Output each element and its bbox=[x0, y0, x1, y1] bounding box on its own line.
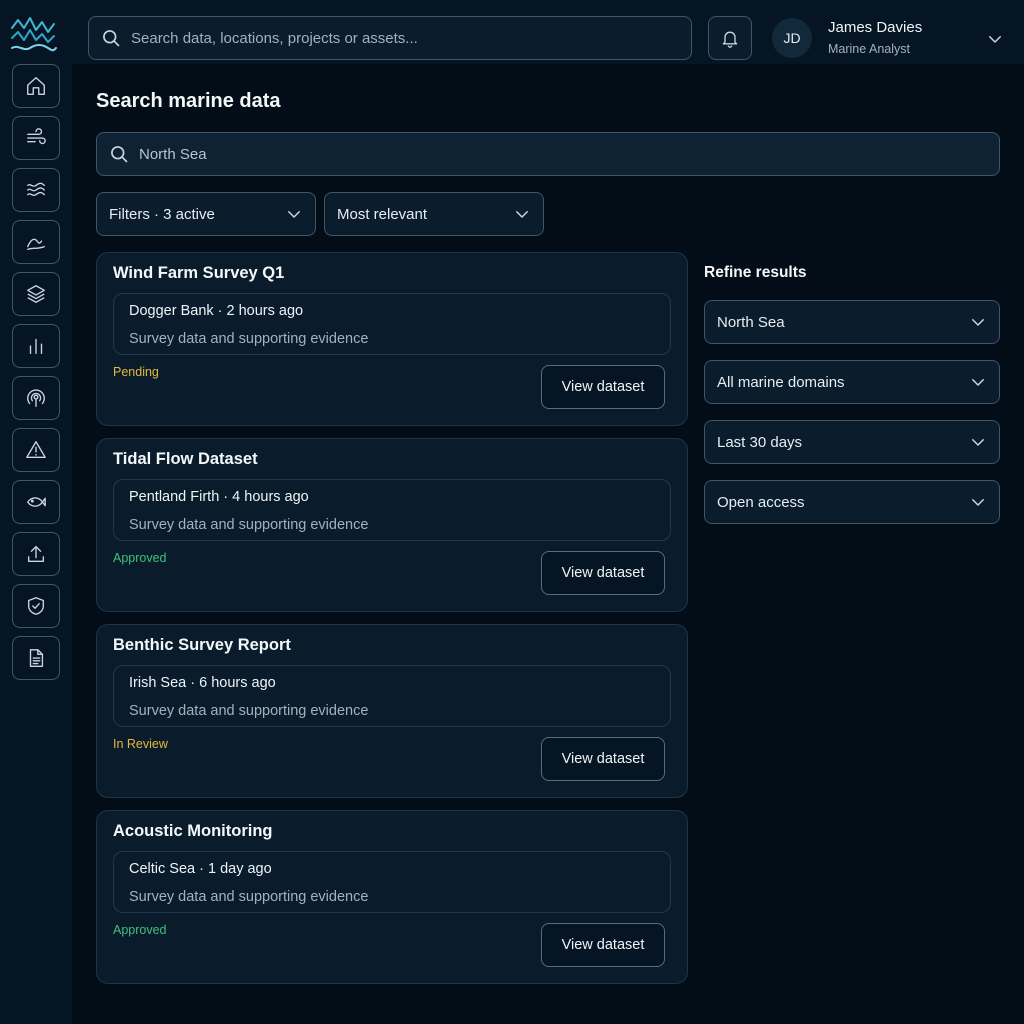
nav-tide[interactable] bbox=[12, 220, 60, 264]
search-icon bbox=[103, 30, 120, 47]
nav-analytics[interactable] bbox=[12, 324, 60, 368]
tide-icon bbox=[27, 238, 45, 251]
wind-icon bbox=[27, 128, 46, 145]
nav-waves[interactable] bbox=[12, 168, 60, 212]
nav-fisheries[interactable] bbox=[12, 480, 60, 524]
access-filter-dropdown[interactable]: Open access bbox=[704, 480, 1000, 524]
status-badge: Pending bbox=[113, 365, 159, 379]
filters-dropdown-label: Filters · 3 active bbox=[109, 205, 215, 223]
chevron-down-icon bbox=[288, 211, 300, 218]
view-dataset-button[interactable]: View dataset bbox=[541, 551, 665, 595]
waves-icon bbox=[27, 182, 45, 197]
refine-results-title: Refine results bbox=[704, 264, 807, 281]
user-name: James Davies bbox=[828, 19, 923, 36]
nav-upload[interactable] bbox=[12, 532, 60, 576]
domain-filter-label: All marine domains bbox=[717, 373, 845, 391]
bell-icon bbox=[722, 31, 738, 48]
nav-alerts[interactable] bbox=[12, 428, 60, 472]
view-dataset-button[interactable]: View dataset bbox=[541, 923, 665, 967]
result-description: Survey data and supporting evidence bbox=[129, 889, 369, 905]
result-details: Celtic Sea · 1 day ago Survey data and s… bbox=[113, 851, 671, 913]
status-badge: Approved bbox=[113, 923, 167, 937]
result-meta: Celtic Sea · 1 day ago bbox=[129, 861, 272, 877]
domain-filter-dropdown[interactable]: All marine domains bbox=[704, 360, 1000, 404]
marine-search-input[interactable]: North Sea bbox=[96, 132, 1000, 176]
marine-search-value: North Sea bbox=[139, 145, 207, 163]
status-badge: In Review bbox=[113, 737, 168, 751]
result-details: Dogger Bank · 2 hours ago Survey data an… bbox=[113, 293, 671, 355]
avatar[interactable]: JD bbox=[772, 18, 812, 58]
global-search-input[interactable]: Search data, locations, projects or asse… bbox=[88, 16, 692, 60]
chevron-down-icon bbox=[972, 499, 984, 506]
top-bar: Search data, locations, projects or asse… bbox=[72, 0, 1024, 64]
result-meta: Irish Sea · 6 hours ago bbox=[129, 675, 276, 691]
result-details: Irish Sea · 6 hours ago Survey data and … bbox=[113, 665, 671, 727]
result-title: Wind Farm Survey Q1 bbox=[113, 264, 285, 282]
chevron-down-icon bbox=[972, 319, 984, 326]
region-filter-dropdown[interactable]: North Sea bbox=[704, 300, 1000, 344]
logo-icon bbox=[11, 17, 57, 52]
search-icon bbox=[111, 146, 128, 163]
document-icon bbox=[29, 649, 44, 667]
nav-compliance[interactable] bbox=[12, 584, 60, 628]
result-card: Acoustic Monitoring Celtic Sea · 1 day a… bbox=[96, 810, 688, 984]
result-card: Tidal Flow Dataset Pentland Firth · 4 ho… bbox=[96, 438, 688, 612]
date-filter-label: Last 30 days bbox=[717, 433, 803, 451]
status-badge: Approved bbox=[113, 551, 167, 565]
user-role: Marine Analyst bbox=[828, 42, 910, 56]
result-card: Benthic Survey Report Irish Sea · 6 hour… bbox=[96, 624, 688, 798]
access-filter-label: Open access bbox=[717, 493, 805, 511]
chevron-down-icon bbox=[972, 379, 984, 386]
global-search-placeholder: Search data, locations, projects or asse… bbox=[131, 29, 418, 47]
filters-dropdown[interactable]: Filters · 3 active bbox=[96, 192, 316, 236]
nav-documents[interactable] bbox=[12, 636, 60, 680]
alert-icon bbox=[26, 441, 46, 459]
result-description: Survey data and supporting evidence bbox=[129, 703, 369, 719]
fish-icon bbox=[27, 497, 46, 507]
region-filter-label: North Sea bbox=[717, 313, 785, 331]
sort-dropdown[interactable]: Most relevant bbox=[324, 192, 544, 236]
result-details: Pentland Firth · 4 hours ago Survey data… bbox=[113, 479, 671, 541]
layers-icon bbox=[27, 285, 45, 303]
result-meta: Dogger Bank · 2 hours ago bbox=[129, 303, 304, 319]
nav-wind[interactable] bbox=[12, 116, 60, 160]
result-description: Survey data and supporting evidence bbox=[129, 517, 369, 533]
result-meta: Pentland Firth · 4 hours ago bbox=[129, 489, 309, 505]
result-title: Benthic Survey Report bbox=[113, 636, 291, 654]
result-card: Wind Farm Survey Q1 Dogger Bank · 2 hour… bbox=[96, 252, 688, 426]
nav-signal[interactable] bbox=[12, 376, 60, 420]
shield-check-icon bbox=[27, 597, 45, 615]
user-menu-chevron-icon[interactable] bbox=[986, 30, 1004, 48]
view-dataset-button[interactable]: View dataset bbox=[541, 365, 665, 409]
nav-layers[interactable] bbox=[12, 272, 60, 316]
sort-dropdown-label: Most relevant bbox=[337, 205, 428, 223]
result-title: Acoustic Monitoring bbox=[113, 822, 273, 840]
page-title: Search marine data bbox=[96, 90, 281, 112]
signal-icon bbox=[27, 389, 45, 407]
result-title: Tidal Flow Dataset bbox=[113, 450, 258, 468]
chevron-down-icon bbox=[972, 439, 984, 446]
view-dataset-button[interactable]: View dataset bbox=[541, 737, 665, 781]
nav-home[interactable] bbox=[12, 64, 60, 108]
result-description: Survey data and supporting evidence bbox=[129, 331, 369, 347]
bar-chart-icon bbox=[29, 338, 43, 355]
date-filter-dropdown[interactable]: Last 30 days bbox=[704, 420, 1000, 464]
sidebar bbox=[0, 0, 72, 1024]
upload-icon bbox=[27, 545, 45, 563]
home-icon bbox=[27, 77, 45, 95]
chevron-down-icon bbox=[516, 211, 528, 218]
notifications-button[interactable] bbox=[708, 16, 752, 60]
